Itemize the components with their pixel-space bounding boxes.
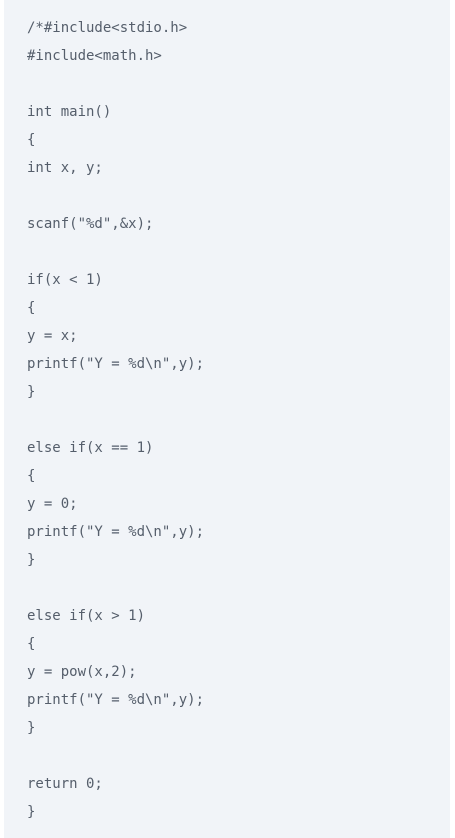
code-line: #include<math.h> <box>27 48 162 64</box>
code-block: /*#include<stdio.h> #include<math.h> int… <box>4 0 450 838</box>
code-line: { <box>27 132 36 148</box>
code-line: { <box>27 300 36 316</box>
code-line: return 0; <box>27 776 103 792</box>
code-line: else if(x > 1) <box>27 608 146 624</box>
code-line: { <box>27 636 36 652</box>
code-line: /*#include<stdio.h> <box>27 20 188 36</box>
code-line: printf("Y = %d\n",y); <box>27 524 205 540</box>
code-line: } <box>27 384 36 400</box>
code-line: } <box>27 552 36 568</box>
code-line: if(x < 1) <box>27 272 103 288</box>
code-line: y = pow(x,2); <box>27 664 137 680</box>
code-line: else if(x == 1) <box>27 440 154 456</box>
code-line: int main() <box>27 104 112 120</box>
code-line: scanf("%d",&x); <box>27 216 154 232</box>
code-line: y = x; <box>27 328 78 344</box>
code-line: printf("Y = %d\n",y); <box>27 692 205 708</box>
code-line: y = 0; <box>27 496 78 512</box>
code-line: { <box>27 468 36 484</box>
code-line: int x, y; <box>27 160 103 176</box>
code-line: } <box>27 720 36 736</box>
code-line: printf("Y = %d\n",y); <box>27 356 205 372</box>
code-line: } <box>27 804 36 820</box>
